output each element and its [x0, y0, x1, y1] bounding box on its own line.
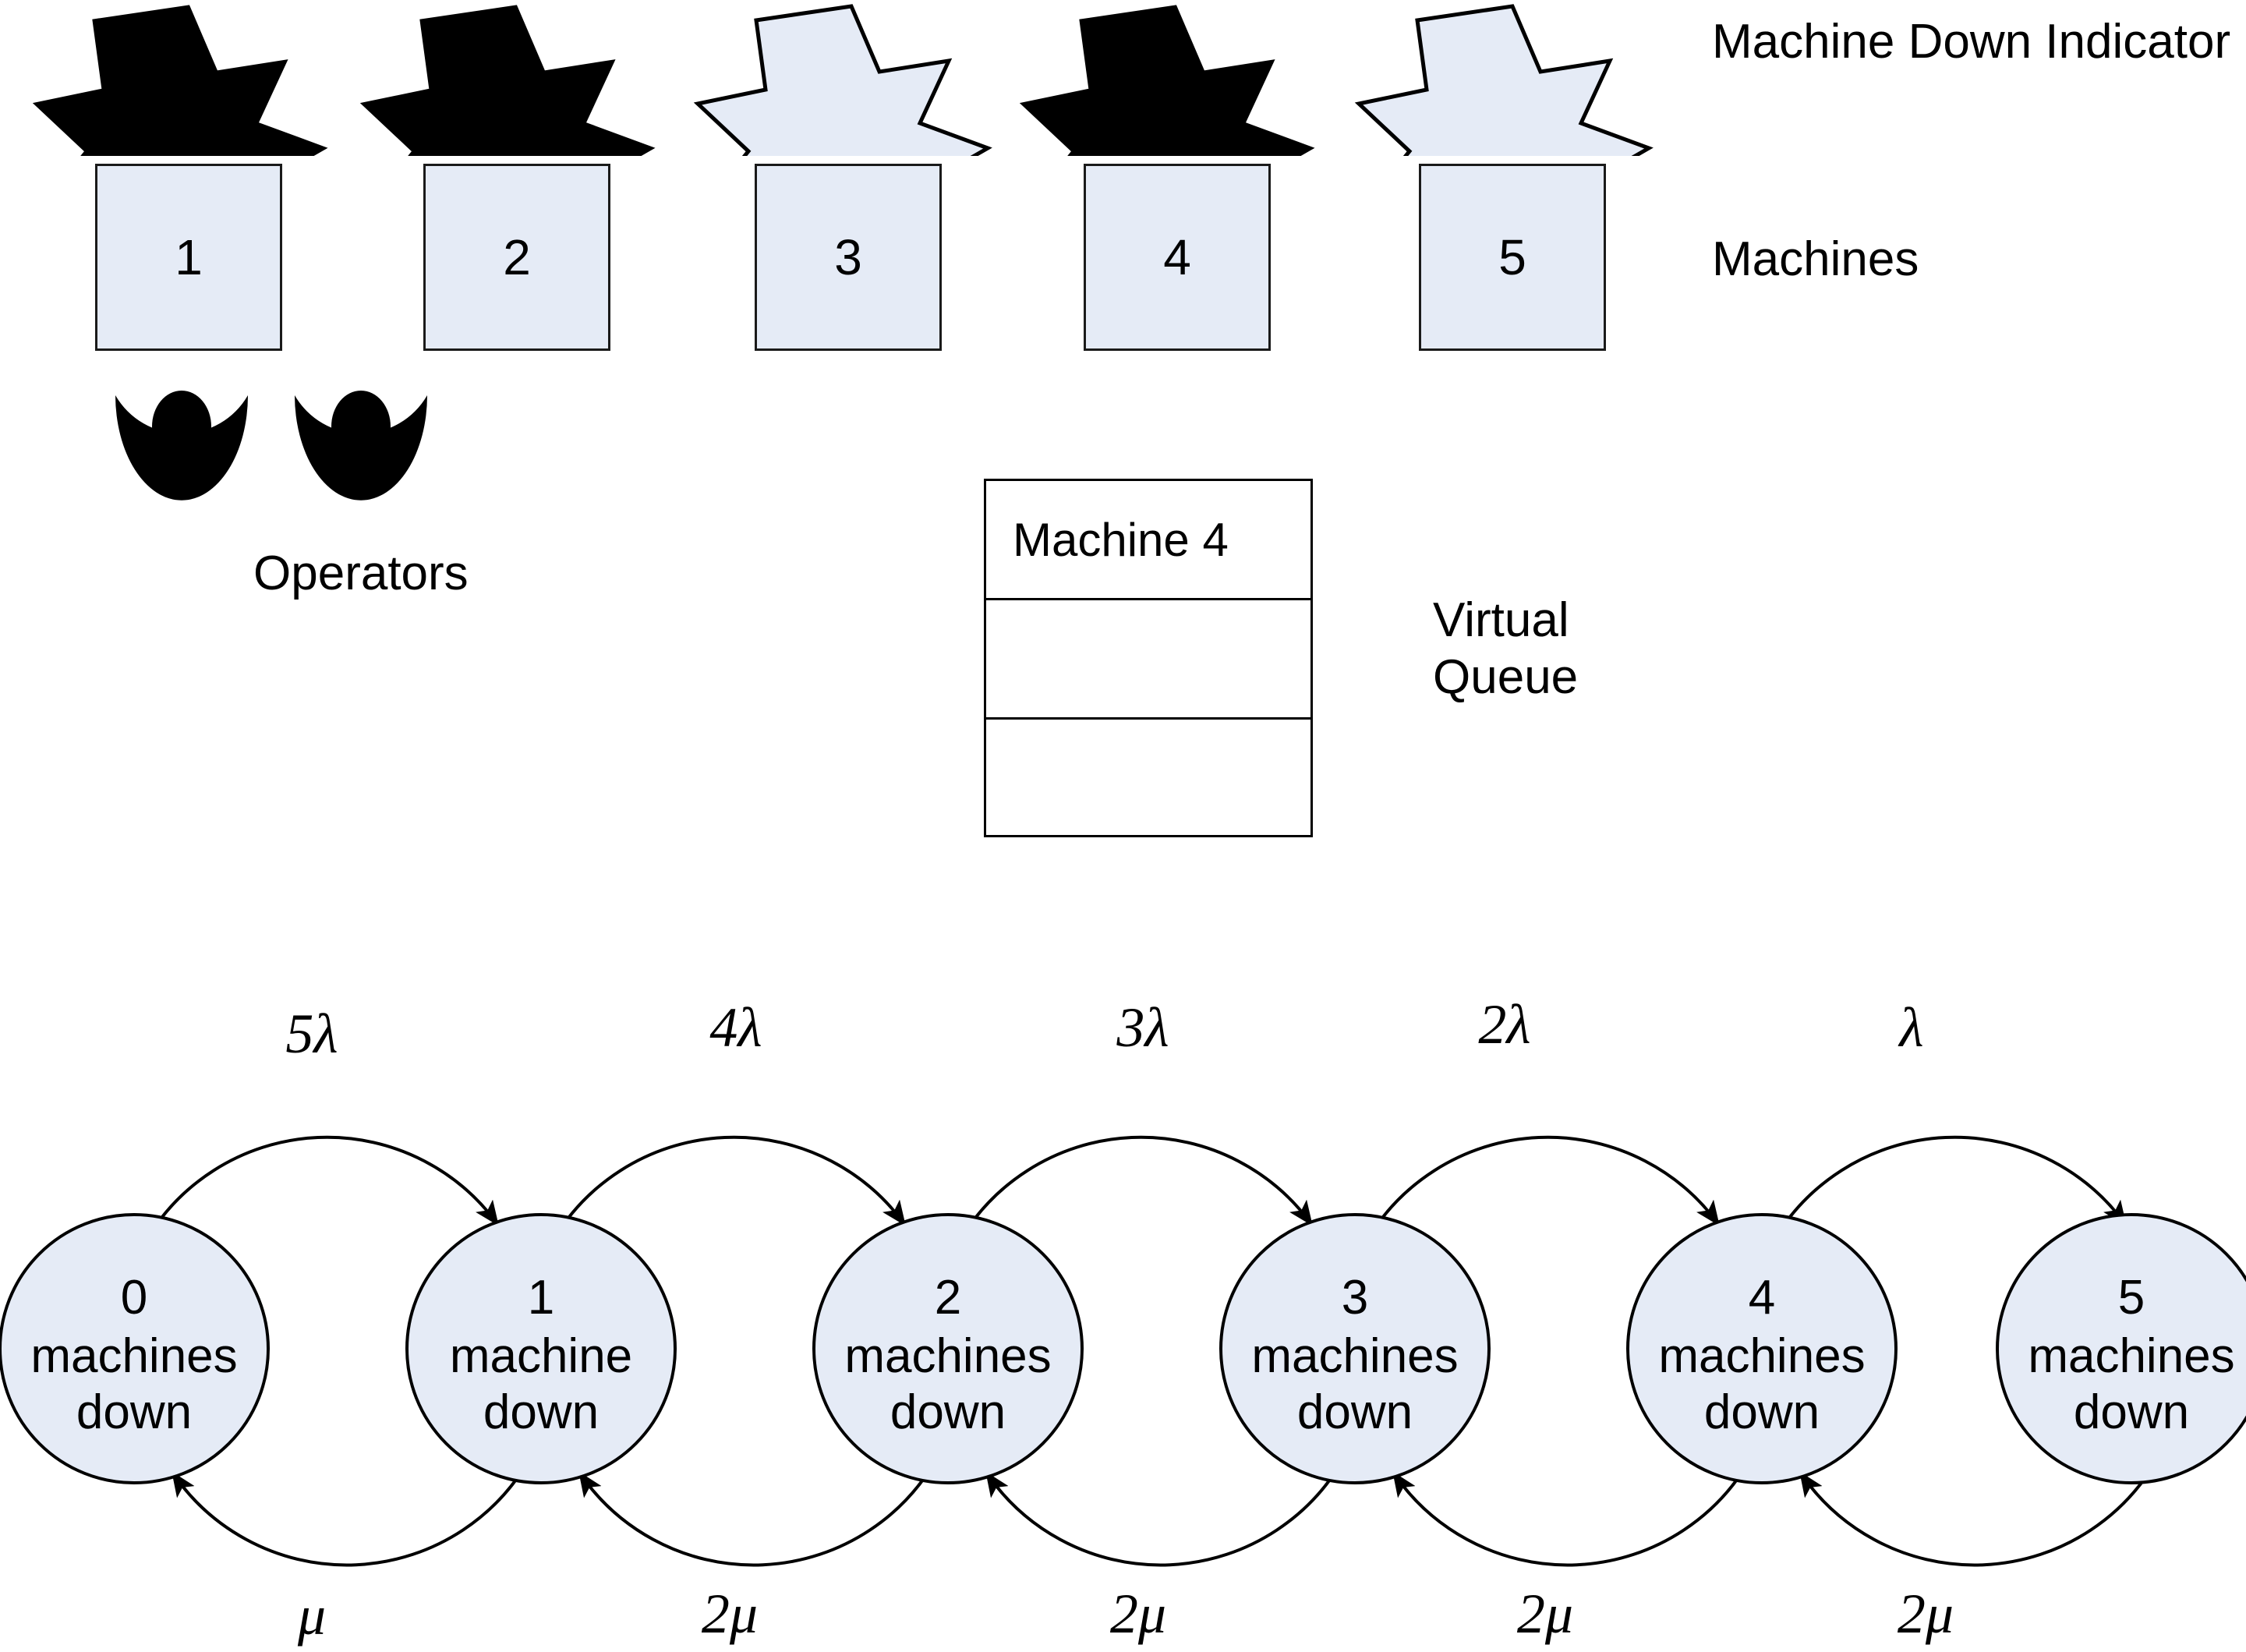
- machine-label: 1: [175, 229, 203, 285]
- machine-box-1[interactable]: 1: [95, 164, 282, 351]
- queue-slot-3[interactable]: [986, 720, 1310, 835]
- state-number: 4: [1749, 1271, 1775, 1325]
- state-text-line1: machine: [450, 1329, 632, 1383]
- state-text-line1: machines: [30, 1329, 237, 1383]
- state-number: 3: [1342, 1271, 1368, 1325]
- state-node-2[interactable]: 2 machines down: [812, 1213, 1084, 1484]
- star-icon: [1019, 5, 1315, 156]
- state-text-line1: machines: [1251, 1329, 1458, 1383]
- machines-label: Machines: [1712, 232, 1919, 286]
- transition-arc-4-5: [1773, 1135, 2127, 1241]
- star-icon: [359, 5, 656, 156]
- indicator-star-machine-3[interactable]: [693, 4, 992, 156]
- rate-label-backward-5-4: 2μ: [1898, 1583, 1954, 1645]
- virtual-queue-label-line1: Virtual: [1433, 593, 1569, 647]
- state-text-line2: down: [1297, 1385, 1413, 1439]
- virtual-queue[interactable]: Machine 4: [984, 479, 1313, 837]
- transition-arc-1-0: [172, 1457, 532, 1567]
- rate-label-forward-3-4: 2λ: [1478, 993, 1530, 1056]
- queue-slot-text: Machine 4: [1013, 513, 1229, 566]
- backward-transitions: [172, 1457, 2159, 1567]
- machine-label: 2: [503, 229, 531, 285]
- operator-row: [115, 391, 427, 501]
- state-number: 0: [121, 1271, 147, 1325]
- state-text-line2: down: [483, 1385, 599, 1439]
- forward-transitions: [145, 1135, 2127, 1241]
- queue-slot-1[interactable]: Machine 4: [986, 481, 1310, 600]
- star-icon: [693, 4, 992, 156]
- rate-label-backward-2-1: 2μ: [702, 1583, 758, 1645]
- state-text-line1: machines: [2028, 1329, 2234, 1383]
- indicator-star-machine-2[interactable]: [359, 5, 656, 156]
- rate-label-forward-2-3: 3λ: [1116, 996, 1169, 1059]
- state-node-1[interactable]: 1 machine down: [405, 1213, 677, 1484]
- operators-label: Operators: [253, 547, 469, 600]
- state-node-4[interactable]: 4 machines down: [1626, 1213, 1898, 1484]
- machine-label: 5: [1498, 229, 1526, 285]
- indicator-star-machine-1[interactable]: [32, 5, 328, 156]
- state-text-line2: down: [890, 1385, 1006, 1439]
- transition-arc-1-2: [552, 1135, 906, 1241]
- machine-box-4[interactable]: 4: [1084, 164, 1271, 351]
- state-text-line2: down: [1704, 1385, 1820, 1439]
- rate-label-backward-3-2: 2μ: [1110, 1583, 1166, 1645]
- state-text-line2: down: [76, 1385, 192, 1439]
- transition-arc-3-4: [1366, 1135, 1720, 1241]
- state-number: 5: [2118, 1271, 2145, 1325]
- state-text-line2: down: [2074, 1385, 2189, 1439]
- rate-label-backward-4-3: 2μ: [1517, 1583, 1573, 1645]
- rate-label-forward-0-1: 5λ: [285, 1003, 338, 1065]
- machine-down-indicator-row: [32, 4, 1654, 156]
- indicator-star-machine-5[interactable]: [1354, 4, 1654, 156]
- diagram-canvas: 1 2 3 4 5 Machine 4 Machine Down Indicat…: [0, 0, 2246, 1652]
- state-node-0[interactable]: 0 machines down: [0, 1213, 270, 1484]
- rate-label-forward-4-5: λ: [1898, 996, 1923, 1059]
- machine-box-3[interactable]: 3: [755, 164, 942, 351]
- transition-arc-2-1: [578, 1457, 939, 1567]
- operator-icon-2[interactable]: [295, 391, 427, 501]
- virtual-queue-label-line2: Queue: [1433, 650, 1579, 704]
- state-number: 2: [935, 1271, 961, 1325]
- transition-arc-0-1: [145, 1135, 499, 1241]
- queue-slot-2[interactable]: [986, 600, 1310, 720]
- indicator-star-machine-4[interactable]: [1019, 5, 1315, 156]
- state-text-line1: machines: [1658, 1329, 1865, 1383]
- transition-arc-2-3: [959, 1135, 1313, 1241]
- state-text-line1: machines: [844, 1329, 1051, 1383]
- machine-down-indicator-label: Machine Down Indicator: [1712, 15, 2231, 69]
- rate-label-forward-1-2: 4λ: [709, 996, 762, 1059]
- star-icon: [32, 5, 328, 156]
- machine-box-2[interactable]: 2: [423, 164, 610, 351]
- state-node-5[interactable]: 5 machines down: [1996, 1213, 2246, 1484]
- rate-label-backward-1-0: μ: [297, 1584, 326, 1647]
- operator-icon-1[interactable]: [115, 391, 248, 501]
- transition-arc-4-3: [1392, 1457, 1753, 1567]
- state-node-3[interactable]: 3 machines down: [1219, 1213, 1491, 1484]
- machine-label: 3: [834, 229, 862, 285]
- state-number: 1: [528, 1271, 554, 1325]
- transition-arc-3-2: [985, 1457, 1346, 1567]
- machine-label: 4: [1163, 229, 1191, 285]
- machine-box-5[interactable]: 5: [1419, 164, 1606, 351]
- star-icon: [1354, 4, 1654, 156]
- state-transition-diagram: 0 machines down 1 machine down 2 machine…: [0, 993, 2246, 1647]
